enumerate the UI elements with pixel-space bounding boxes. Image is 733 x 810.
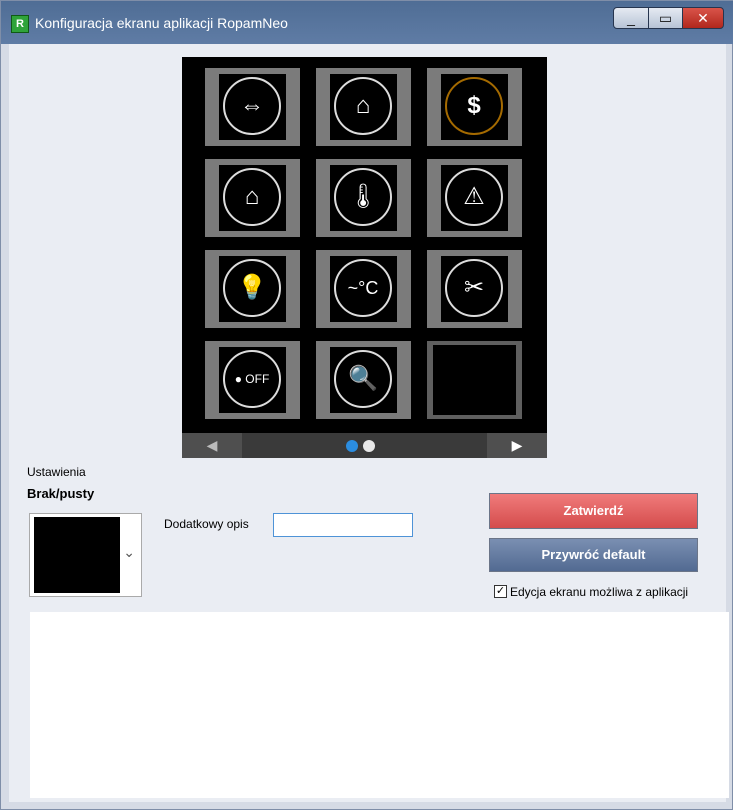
maximize-button[interactable]: ▭: [648, 7, 683, 29]
chevron-down-icon: ⌄: [123, 544, 135, 560]
tile-house-shield[interactable]: ⌂: [205, 159, 300, 237]
page-dot-active[interactable]: [346, 440, 358, 452]
screen-preview: ⇔ ⌂ $ ⌂ 🌡 ⚠ 💡 ~°C ✂ ● OFF 🔍 ◀ ▶: [182, 57, 547, 458]
tile-lightbulb[interactable]: 💡: [205, 250, 300, 328]
empty-slot: [433, 345, 516, 415]
document-search-icon: 🔍: [334, 350, 392, 408]
selected-item-label: Brak/pusty: [27, 486, 95, 501]
edit-from-app-label: Edycja ekranu możliwa z aplikacji: [510, 585, 689, 599]
tile-house-search[interactable]: ⌂: [316, 68, 411, 146]
window-title: Konfiguracja ekranu aplikacji RopamNeo: [35, 15, 288, 31]
prev-page-icon[interactable]: ◀: [182, 433, 242, 458]
page-dot[interactable]: [363, 440, 375, 452]
pager-bar: ◀ ▶: [182, 433, 547, 458]
restore-default-button[interactable]: Przywróć default: [489, 538, 698, 572]
next-page-icon[interactable]: ▶: [487, 433, 547, 458]
tile-warning[interactable]: ⚠: [427, 159, 522, 237]
edit-from-app-checkbox[interactable]: ✓: [494, 585, 507, 598]
tile-switch-off[interactable]: ● OFF: [205, 341, 300, 419]
description-input[interactable]: [273, 513, 413, 537]
tile-temperature-chart[interactable]: ~°C: [316, 250, 411, 328]
lightbulb-icon: 💡: [223, 259, 281, 317]
icon-preview-swatch: [34, 517, 120, 593]
close-button[interactable]: ✕: [682, 7, 724, 29]
tile-tools[interactable]: ✂: [427, 250, 522, 328]
tile-dollar[interactable]: $: [427, 68, 522, 146]
house-shield-icon: ⌂: [223, 168, 281, 226]
tile-thermometer[interactable]: 🌡: [316, 159, 411, 237]
title-bar[interactable]: R Konfiguracja ekranu aplikacji RopamNeo…: [1, 1, 733, 44]
minimize-button[interactable]: _: [613, 7, 649, 29]
tile-document-search[interactable]: 🔍: [316, 341, 411, 419]
description-label: Dodatkowy opis: [164, 517, 249, 531]
tile-icon-select[interactable]: ⌄: [29, 513, 142, 597]
thermometer-icon: 🌡: [334, 168, 392, 226]
window: R Konfiguracja ekranu aplikacji RopamNeo…: [0, 0, 733, 810]
tile-empty-selected[interactable]: [427, 341, 522, 419]
details-panel: [30, 612, 729, 798]
warning-icon: ⚠: [445, 168, 503, 226]
confirm-button[interactable]: Zatwierdź: [489, 493, 698, 529]
app-icon: R: [11, 15, 29, 33]
tools-icon: ✂: [445, 259, 503, 317]
temperature-chart-icon: ~°C: [334, 259, 392, 317]
switch-off-icon: ● OFF: [223, 350, 281, 408]
settings-label: Ustawienia: [27, 465, 86, 479]
tile-gate[interactable]: ⇔: [205, 68, 300, 146]
dollar-icon: $: [445, 77, 503, 135]
gate-icon: ⇔: [223, 77, 281, 135]
house-search-icon: ⌂: [334, 77, 392, 135]
